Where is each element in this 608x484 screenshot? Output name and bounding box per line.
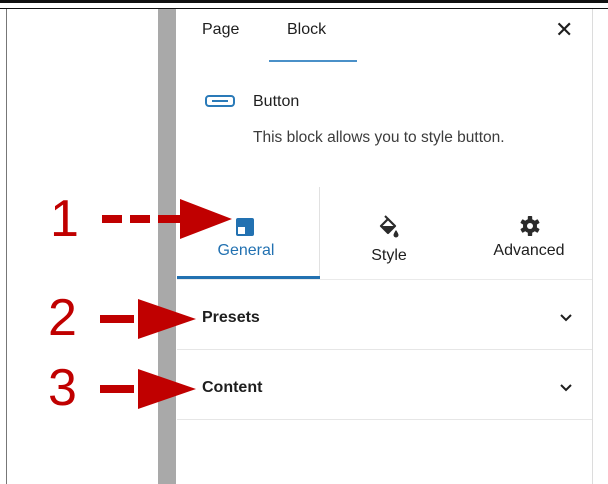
window-top-border	[0, 0, 608, 9]
tab-advanced-label: Advanced	[493, 242, 565, 259]
gear-icon	[520, 216, 540, 236]
paint-bucket-icon	[379, 215, 399, 238]
button-block-icon	[205, 95, 235, 107]
block-description: This block allows you to style button.	[253, 129, 505, 146]
tab-advanced[interactable]: Advanced	[460, 187, 598, 279]
tab-page[interactable]: Page	[202, 21, 239, 39]
annotation-arrow-1	[102, 199, 232, 239]
sidebar-right-edge	[592, 9, 593, 484]
canvas-left-edge	[6, 9, 7, 484]
content-title: Content	[202, 379, 263, 396]
active-tab-indicator	[269, 60, 357, 62]
chevron-down-icon[interactable]	[559, 313, 573, 323]
close-icon[interactable]: ✕	[555, 17, 573, 43]
chevron-down-icon[interactable]	[559, 383, 573, 393]
presets-section[interactable]: Presets	[177, 280, 592, 350]
tab-style[interactable]: Style	[320, 187, 458, 279]
general-icon	[236, 218, 254, 236]
editor-scrollbar[interactable]	[158, 9, 176, 484]
block-title: Button	[253, 93, 300, 110]
section-divider	[177, 419, 592, 420]
annotation-arrow-3	[100, 369, 196, 409]
tab-block[interactable]: Block	[287, 21, 326, 39]
content-section[interactable]: Content	[177, 350, 592, 420]
tab-style-label: Style	[371, 247, 407, 264]
block-settings-sidebar: Page Block ✕ Button This block allows yo…	[177, 9, 592, 484]
annotation-number-3: 3	[48, 359, 77, 417]
presets-title: Presets	[202, 309, 260, 326]
annotation-arrow-2	[100, 299, 196, 339]
annotation-number-2: 2	[48, 289, 77, 347]
annotation-number-1: 1	[50, 190, 79, 248]
tab-general-label: General	[217, 242, 275, 259]
